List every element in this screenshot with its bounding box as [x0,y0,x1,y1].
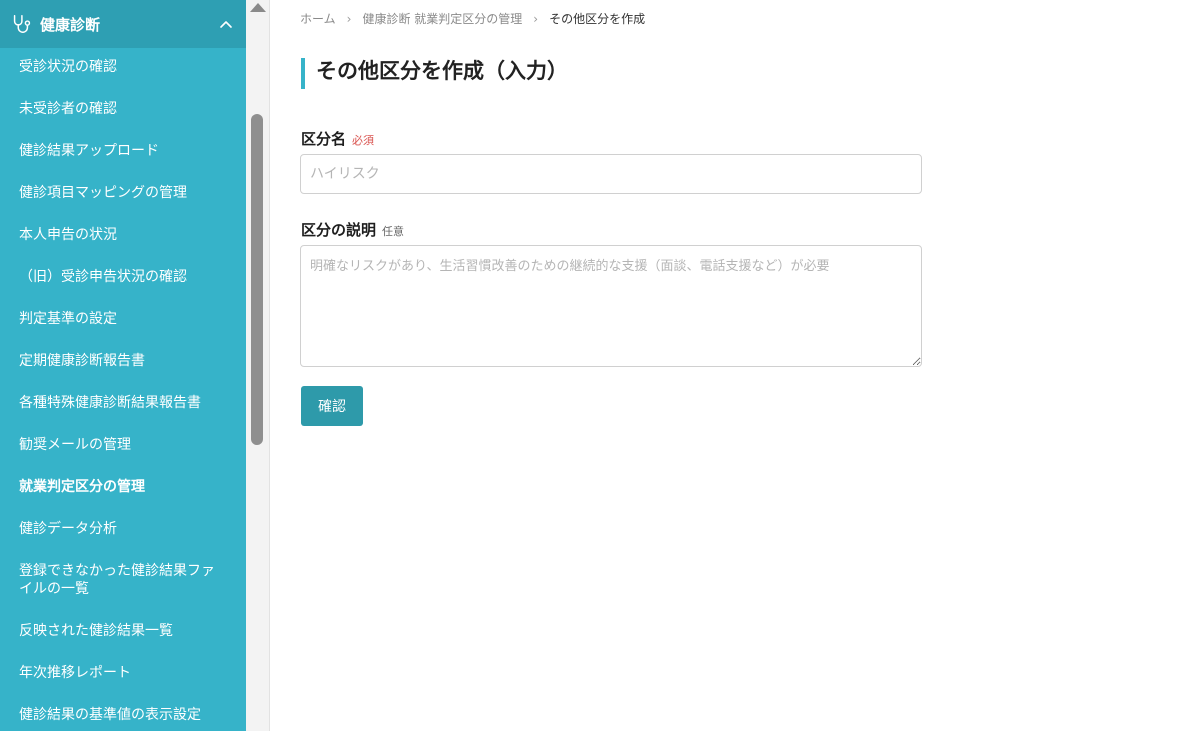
page-title: その他区分を作成（入力） [301,58,568,89]
scrollbar-thumb[interactable] [251,114,263,445]
sidebar-section-header[interactable]: 健康診断 [0,0,246,48]
main-content: ホーム › 健康診断 就業判定区分の管理 › その他区分を作成 その他区分を作成… [271,0,1187,731]
sidebar-item-annual-trend[interactable]: 年次推移レポート [0,664,141,682]
breadcrumb-current: その他区分を作成 [549,12,646,26]
sidebar-item-failed-files[interactable]: 登録できなかった健診結果ファイルの一覧 [0,562,230,598]
required-badge: 必須 [352,134,375,147]
sidebar-item-reflected-results[interactable]: 反映された健診結果一覧 [0,622,183,640]
sidebar-item-special-report[interactable]: 各種特殊健康診断結果報告書 [0,394,211,412]
breadcrumb-home[interactable]: ホーム [300,10,336,27]
sidebar-item-work-classification[interactable]: 就業判定区分の管理 [0,478,155,496]
sidebar-item-unexamined[interactable]: 未受診者の確認 [0,100,127,118]
sidebar-scrollbar[interactable] [246,0,270,731]
optional-badge: 任意 [382,225,405,238]
sidebar-item-result-upload[interactable]: 健診結果アップロード [0,142,169,160]
scroll-up-arrow-icon[interactable] [250,3,266,12]
chevron-up-icon[interactable] [218,16,234,32]
chevron-right-icon: › [533,11,539,26]
sidebar-section-title: 健康診断 [40,15,101,34]
chevron-right-icon: › [346,11,352,26]
sidebar-item-reminder-mail[interactable]: 勧奨メールの管理 [0,436,141,454]
stethoscope-icon [13,15,31,33]
breadcrumb: ホーム › 健康診断 就業判定区分の管理 › その他区分を作成 [300,10,645,27]
sidebar-item-old-report-status[interactable]: （旧）受診申告状況の確認 [0,268,197,286]
sidebar-item-self-report[interactable]: 本人申告の状況 [0,226,127,244]
sidebar-item-item-mapping[interactable]: 健診項目マッピングの管理 [0,184,197,202]
category-description-textarea[interactable] [300,245,922,367]
category-name-input[interactable] [300,154,922,194]
name-label-text: 区分名 [301,130,347,148]
breadcrumb-parent[interactable]: 健康診断 就業判定区分の管理 [362,10,522,27]
description-label-text: 区分の説明 [301,221,377,239]
sidebar-item-periodic-report[interactable]: 定期健康診断報告書 [0,352,155,370]
description-field-label: 区分の説明 任意 [301,219,404,240]
sidebar-item-exam-status[interactable]: 受診状況の確認 [0,58,127,76]
sidebar: 健康診断 受診状況の確認 未受診者の確認 健診結果アップロード 健診項目マッピン… [0,0,246,731]
name-field-label: 区分名 必須 [301,128,374,149]
sidebar-item-reference-display[interactable]: 健診結果の基準値の表示設定 [0,706,211,724]
sidebar-item-criteria-settings[interactable]: 判定基準の設定 [0,310,127,328]
confirm-button[interactable]: 確認 [301,386,363,426]
sidebar-item-data-analysis[interactable]: 健診データ分析 [0,520,127,538]
